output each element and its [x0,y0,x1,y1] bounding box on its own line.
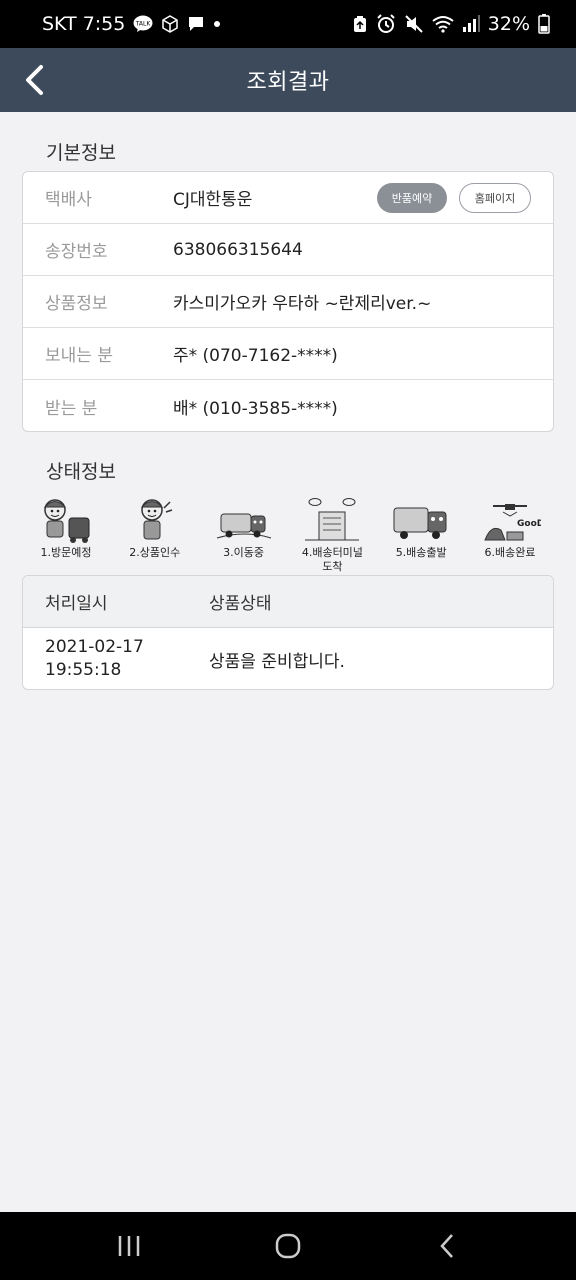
svg-text:GooD: GooD [517,519,541,529]
home-button[interactable] [258,1216,318,1276]
invoice-value: 638066315644 [173,239,303,260]
step-moving: 3.이동중 [200,494,288,570]
receiver-value: 배* (010-3585-****) [173,398,338,419]
system-nav-bar [0,1212,576,1280]
talk-icon: TALK [133,15,153,33]
courier-visit-icon [35,494,97,544]
header-datetime: 처리일시 [45,594,108,614]
carrier-value: CJ대한통운 [173,190,253,210]
info-row-product: 상품정보 카스미가오카 우타하 ~란제리ver.~ [23,276,553,328]
product-label: 상품정보 [45,294,108,314]
terminal-building-icon [301,494,363,544]
cell-time: 19:55:18 [45,660,122,680]
step-pickup: 2.상품인수 [111,494,199,570]
courier-pickup-icon [124,494,186,544]
battery-icon [538,14,550,34]
info-row-invoice: 송장번호 638066315644 [23,224,553,276]
signal-icon [462,15,480,33]
homepage-button[interactable]: 홈페이지 [459,183,531,213]
step-visit: 1.방문예정 [22,494,110,570]
info-row-sender: 보내는 분 주* (070-7162-****) [23,328,553,380]
info-row-carrier: 택배사 CJ대한통운 반품예약 홈페이지 [23,172,553,224]
step-label: 4.배송터미널 도착 [302,546,363,574]
basic-info-card: 택배사 CJ대한통운 반품예약 홈페이지 송장번호 638066315644 상… [22,171,554,432]
svg-text:TALK: TALK [135,21,152,28]
step-terminal: 4.배송터미널 도착 [288,494,376,573]
back-icon [439,1234,453,1258]
step-label: 3.이동중 [223,546,265,559]
invoice-label: 송장번호 [45,242,108,262]
basic-info-heading: 기본정보 [46,142,116,164]
product-value: 카스미가오카 우타하 ~란제리ver.~ [173,294,432,314]
truck-moving-icon [213,494,275,544]
truck-departure-icon [390,494,452,544]
chat-icon [187,15,205,33]
delivery-steps: 1.방문예정 2.상품인수 3.이동중 4.배송터미널 도착 5.배송출발 Go… [22,494,554,573]
step-departure: 5.배송출발 [377,494,465,570]
carrier-time: SKT 7:55 [42,13,126,35]
step-label: 6.배송완료 [484,546,536,559]
recycle-icon [352,15,368,33]
dot-icon [213,20,221,28]
sender-value: 주* (070-7162-****) [173,346,338,366]
info-row-receiver: 받는 분 배* (010-3585-****) [23,380,553,431]
table-header: 처리일시 상품상태 [23,576,553,628]
table-row: 2021-02-17 19:55:18 상품을 준비합니다. [23,628,553,689]
alarm-icon [376,14,396,34]
carrier-label: 택배사 [45,190,92,210]
cell-state: 상품을 준비합니다. [209,651,345,672]
header-state: 상품상태 [209,594,272,614]
back-button[interactable] [10,56,58,104]
step-label: 1.방문예정 [40,546,92,559]
page-title: 조회결과 [246,70,330,95]
cell-date: 2021-02-17 [45,637,144,657]
wifi-icon [432,15,454,33]
status-bar: SKT 7:55 TALK 32% [0,0,576,48]
box-icon [161,15,179,33]
recent-apps-icon [119,1236,140,1256]
step-complete: GooD 6.배송완료 [466,494,554,570]
mute-icon [404,14,424,34]
status-info-heading: 상태정보 [46,461,116,483]
receiver-label: 받는 분 [45,398,98,419]
return-reservation-button[interactable]: 반품예약 [377,183,447,213]
delivery-complete-icon: GooD [479,494,541,544]
step-label-line1: 4.배송터미널 [301,546,363,559]
chevron-left-icon [26,65,43,95]
status-table: 처리일시 상품상태 2021-02-17 19:55:18 상품을 준비합니다. [22,575,554,690]
step-label: 2.상품인수 [129,546,181,559]
nav-back-button[interactable] [417,1216,477,1276]
sender-label: 보내는 분 [45,346,113,366]
home-icon [275,1233,301,1259]
step-label-line2: 도착 [322,560,343,573]
app-bar: 조회결과 [0,48,576,112]
cell-datetime: 2021-02-17 19:55:18 [45,636,209,682]
step-label: 5.배송출발 [395,546,447,559]
recent-apps-button[interactable] [99,1216,159,1276]
battery-percent: 32% [487,13,530,35]
